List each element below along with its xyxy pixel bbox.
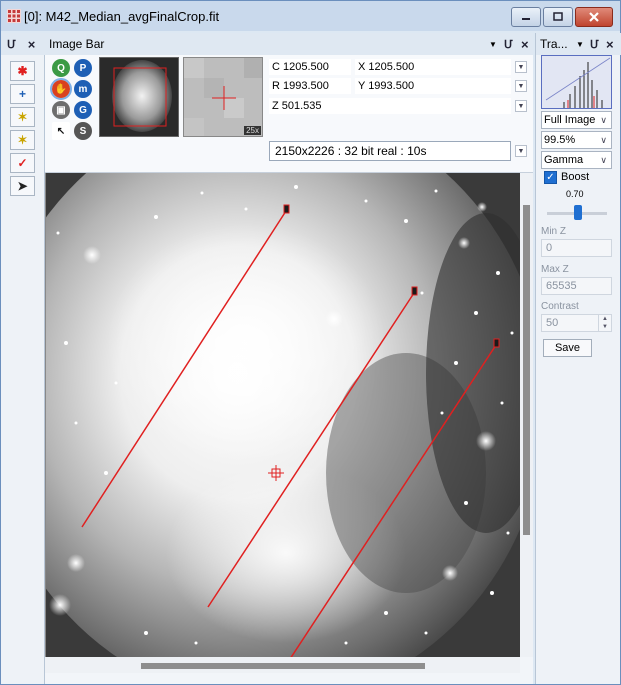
percent-select[interactable]: 99.5% ∨ [541, 131, 612, 149]
histogram-bars [545, 57, 611, 108]
tool-button-checkmark[interactable]: ✓ [10, 153, 35, 173]
coord-dropdown-icon[interactable]: ▼ [515, 80, 527, 92]
app-grid-icon [7, 9, 21, 23]
gamma-slider-thumb[interactable] [574, 205, 582, 220]
r-field: R 1993.500 [269, 78, 351, 94]
dropdown-icon[interactable]: ▼ [489, 40, 497, 49]
y-field: Y 1993.500 [355, 78, 511, 94]
image-bar-header: Image Bar ▼ Մ × [45, 33, 533, 55]
image-bar: Q P ✋ m ▣ G ↖ S 25x C 1205.500 X 1205.50… [45, 55, 533, 173]
image-bar-title: Image Bar [49, 37, 105, 51]
main-window: [0]: M42_Median_avgFinalCrop.fit Մ × ✱ +… [0, 0, 621, 685]
region-select-value: Full Image [544, 114, 596, 126]
c-field: C 1205.500 [269, 59, 351, 75]
minimize-icon [522, 18, 530, 20]
tool-button-red-star[interactable]: ✱ [10, 61, 35, 81]
value-dropdown-icon[interactable]: ▼ [515, 100, 527, 112]
left-toolbar-header: Մ × [1, 33, 45, 55]
transfer-panel-header: Tra... ▼ Մ × [536, 33, 621, 55]
vertical-scroll-thumb[interactable] [523, 205, 530, 535]
window-title: [0]: M42_Median_avgFinalCrop.fit [24, 9, 220, 24]
pan-hand-button[interactable]: ✋ [50, 78, 72, 100]
arrow-cursor-icon: ↖ [56, 125, 66, 137]
chevron-down-icon: ∨ [600, 135, 607, 145]
g-icon: G [79, 104, 87, 116]
pin-icon[interactable]: Մ [7, 38, 16, 51]
p-icon: P [79, 62, 87, 74]
tool-button-star-sparkle-red[interactable]: ✶ [10, 130, 35, 150]
transfer-panel-title: Tra... [540, 37, 568, 51]
maximize-button[interactable] [543, 7, 573, 27]
min-z-field[interactable]: 0 [541, 239, 612, 257]
zoom-level-badge: 25x [244, 126, 261, 135]
maximize-icon [553, 12, 563, 21]
gamma-value: 0.70 [566, 189, 584, 199]
boost-checkbox[interactable]: ✓ [544, 171, 557, 184]
arrow-cursor-button[interactable]: ↖ [52, 122, 70, 140]
title-bar: [0]: M42_Median_avgFinalCrop.fit [1, 1, 620, 31]
pin-icon[interactable]: Մ [504, 38, 513, 51]
spinner-arrows-icon[interactable]: ▲ ▼ [598, 315, 611, 331]
pin-icon[interactable]: Մ [590, 38, 599, 51]
left-toolbar: Մ × ✱ + ✶ ✶ ✓ ➤ [1, 33, 45, 684]
contrast-value: 50 [546, 317, 559, 329]
pan-hand-icon: ✋ [54, 83, 68, 95]
p-button[interactable]: P [74, 59, 92, 77]
close-icon [589, 12, 599, 22]
image-info: 2150x2226 : 32 bit real : 10s [269, 141, 511, 161]
minimize-button[interactable] [511, 7, 541, 27]
tool-button-star-sparkle[interactable]: ✶ [10, 107, 35, 127]
min-z-label: Min Z [541, 226, 566, 237]
tool-button-pointer-star[interactable]: ➤ [10, 176, 35, 196]
close-pane-icon[interactable]: × [28, 37, 36, 52]
zoom-magnify-button[interactable]: Q [52, 59, 70, 77]
transfer-panel: Tra... ▼ Մ × Full Image ∨ 99.5% ∨ Gamma … [535, 33, 621, 684]
dropdown-icon[interactable]: ▼ [576, 40, 584, 49]
pointer-star-icon: ➤ [17, 179, 28, 193]
circle-s-button[interactable]: S [74, 122, 92, 140]
contrast-spinner[interactable]: 50 ▲ ▼ [541, 314, 612, 332]
vertical-scrollbar[interactable] [520, 173, 533, 657]
g-button[interactable]: G [74, 101, 92, 119]
image-thumbnail[interactable] [99, 57, 179, 137]
chevron-down-icon: ∨ [600, 155, 607, 165]
image-pane: Image Bar ▼ Մ × Q P ✋ m ▣ G ↖ S 25x C 12… [45, 33, 533, 684]
zoom-box-button[interactable]: ▣ [52, 101, 70, 119]
percent-select-value: 99.5% [544, 134, 576, 146]
image-canvas[interactable] [45, 173, 520, 657]
max-z-field[interactable]: 65535 [541, 277, 612, 295]
star-sparkle-red-icon: ✶ [17, 133, 28, 147]
contrast-label: Contrast [541, 301, 579, 312]
histogram[interactable] [541, 55, 612, 109]
star-sparkle-icon: ✶ [17, 110, 28, 124]
checkmark-icon: ✓ [17, 156, 28, 170]
red-star-icon: ✱ [17, 64, 28, 78]
chevron-down-icon: ∨ [600, 115, 607, 125]
region-select[interactable]: Full Image ∨ [541, 111, 612, 129]
coord-dropdown-icon[interactable]: ▼ [515, 61, 527, 73]
curve-select-value: Gamma [544, 154, 584, 166]
close-pane-icon[interactable]: × [521, 37, 529, 52]
curve-select[interactable]: Gamma ∨ [541, 151, 612, 169]
save-button[interactable]: Save [543, 339, 592, 357]
m-button[interactable]: m [74, 80, 92, 98]
close-button[interactable] [575, 7, 613, 27]
info-dropdown-icon[interactable]: ▼ [515, 145, 527, 157]
circle-s-icon: S [79, 125, 87, 137]
plus-icon: + [18, 87, 26, 101]
horizontal-scrollbar[interactable] [45, 657, 520, 673]
max-z-label: Max Z [541, 264, 569, 275]
zoom-inspector: 25x [183, 57, 263, 137]
close-pane-icon[interactable]: × [606, 37, 614, 52]
nebula-image [46, 173, 520, 657]
zoom-box-icon: ▣ [56, 104, 66, 116]
boost-label: Boost [561, 171, 590, 183]
z-field: Z 501.535 [269, 98, 511, 114]
horizontal-scroll-thumb[interactable] [141, 663, 425, 669]
zoom-magnify-icon: Q [57, 62, 65, 74]
m-icon: m [78, 83, 88, 95]
tool-button-plus[interactable]: + [10, 84, 35, 104]
x-field: X 1205.500 [355, 59, 511, 75]
nebula-thumbnail [100, 58, 178, 136]
